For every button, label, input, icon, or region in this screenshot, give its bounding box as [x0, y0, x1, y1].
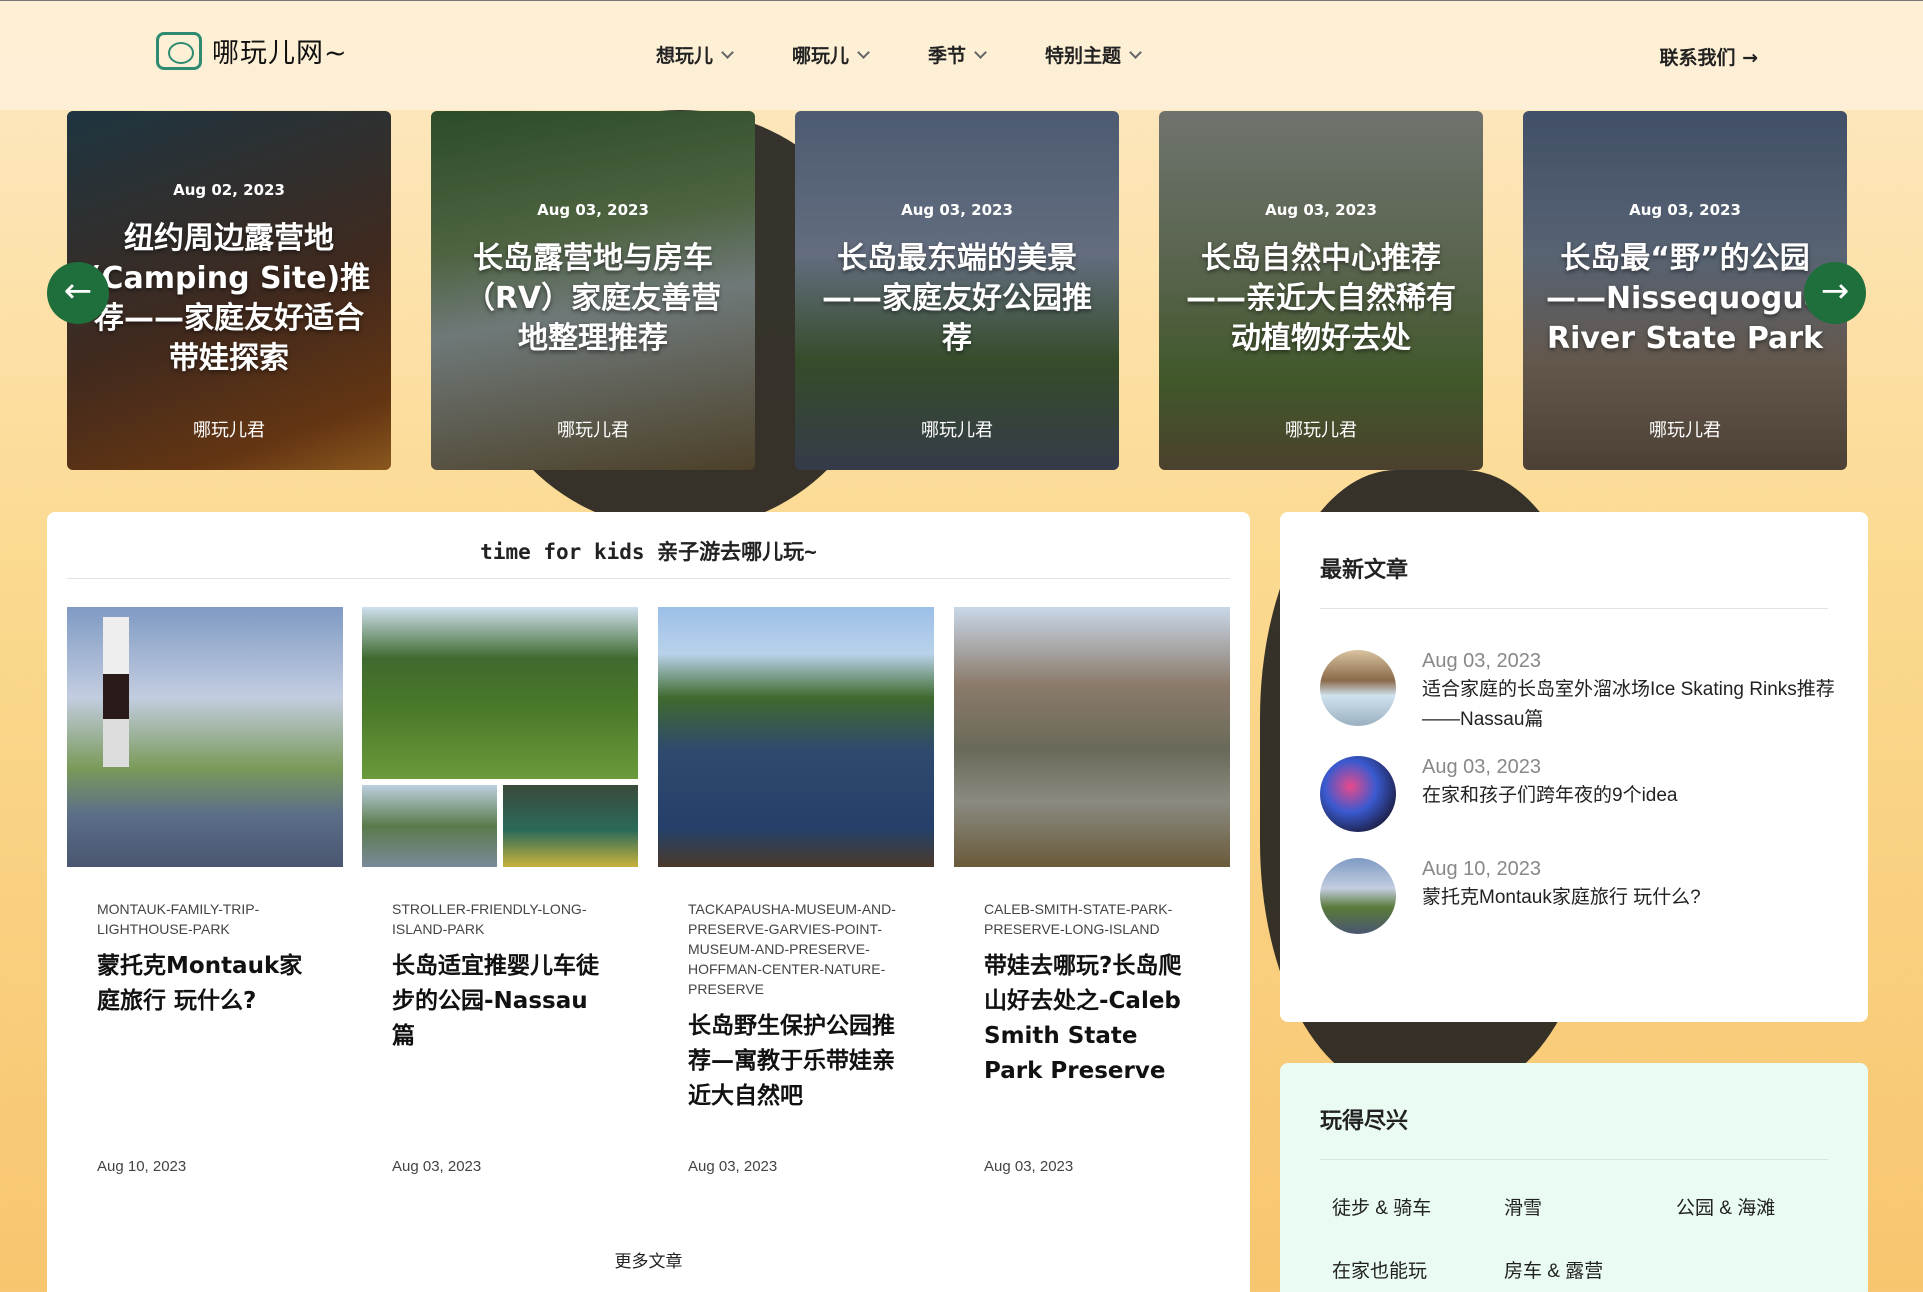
carousel-slide[interactable]: Aug 03, 2023 长岛最“野”的公园——Nissequogue Rive…: [1523, 111, 1847, 470]
nav-item-special-topics[interactable]: 特别主题: [1045, 41, 1142, 68]
slide-date: Aug 03, 2023: [901, 201, 1013, 219]
slide-author: 哪玩儿君: [557, 420, 629, 441]
category-link[interactable]: 徒步 & 骑车: [1332, 1193, 1431, 1220]
recent-post-date: Aug 10, 2023: [1422, 858, 1541, 880]
widget-title: 玩得尽兴: [1320, 1103, 1828, 1160]
arrow-left-icon: ←: [63, 271, 93, 311]
post-date: Aug 03, 2023: [688, 1158, 778, 1175]
site-header: 哪玩儿网~ 想玩儿 哪玩儿 季节 特别主题 联系我们 →: [0, 0, 1923, 110]
carousel-slide[interactable]: Aug 03, 2023 长岛露营地与房车（RV）家庭友善营地整理推荐 哪玩儿君: [431, 111, 755, 470]
recent-post-thumbnail: [1320, 858, 1396, 934]
slide-title: 长岛最东端的美景——家庭友好公园推荐: [822, 241, 1092, 356]
post-thumbnail[interactable]: [67, 607, 343, 867]
nav-item-where-to-play[interactable]: 哪玩儿: [792, 41, 870, 68]
slide-date: Aug 02, 2023: [173, 181, 285, 199]
slide-title: 长岛最“野”的公园——Nissequogue River State Park: [1545, 241, 1825, 356]
category-link[interactable]: 公园 & 海滩: [1676, 1193, 1775, 1220]
post-slug: TACKAPAUSHA-MUSEUM-AND-PRESERVE-GARVIES-…: [688, 901, 896, 997]
logo-icon: [156, 31, 202, 70]
post-slug: MONTAUK-FAMILY-TRIP-LIGHTHOUSE-PARK: [97, 901, 260, 937]
nav-item-label: 特别主题: [1045, 45, 1122, 67]
slide-date: Aug 03, 2023: [537, 201, 649, 219]
recent-post-thumbnail: [1320, 756, 1396, 832]
widget-title: 最新文章: [1320, 552, 1828, 609]
post-slug: CALEB-SMITH-STATE-PARK-PRESERVE-LONG-ISL…: [984, 901, 1173, 937]
slide-author: 哪玩儿君: [1285, 420, 1357, 441]
post-date: Aug 10, 2023: [97, 1158, 187, 1175]
post-title[interactable]: 带娃去哪玩?长岛爬山好去处之-Caleb Smith State Park Pr…: [984, 949, 1200, 1089]
chevron-down-icon: [974, 45, 987, 59]
chevron-down-icon: [857, 45, 870, 59]
recent-post-title: 蒙托克Montauk家庭旅行 玩什么?: [1422, 887, 1701, 908]
nav-item-season[interactable]: 季节: [928, 41, 987, 68]
carousel-slide[interactable]: Aug 03, 2023 长岛自然中心推荐——亲近大自然稀有动植物好去处 哪玩儿…: [1159, 111, 1483, 470]
recent-post-item[interactable]: Aug 03, 2023 在家和孩子们跨年夜的9个idea: [1320, 756, 1840, 832]
post-card: TACKAPAUSHA-MUSEUM-AND-PRESERVE-GARVIES-…: [658, 607, 934, 1114]
post-title[interactable]: 长岛适宜推婴儿车徒步的公园-Nassau篇: [392, 949, 608, 1054]
category-link[interactable]: 在家也能玩: [1332, 1256, 1427, 1283]
post-card: STROLLER-FRIENDLY-LONG-ISLAND-PARK 长岛适宜推…: [362, 607, 638, 1054]
post-thumbnail[interactable]: [954, 607, 1230, 867]
more-articles-link[interactable]: 更多文章: [47, 1247, 1250, 1272]
recent-post-thumbnail: [1320, 650, 1396, 726]
chevron-down-icon: [721, 45, 734, 59]
logo-text: 哪玩儿网~: [212, 38, 348, 69]
recent-post-item[interactable]: Aug 03, 2023 适合家庭的长岛室外溜冰场Ice Skating Rin…: [1320, 650, 1840, 735]
post-title[interactable]: 长岛野生保护公园推荐—寓教于乐带娃亲近大自然吧: [688, 1009, 904, 1114]
recent-post-title: 适合家庭的长岛室外溜冰场Ice Skating Rinks推荐——Nassau篇: [1422, 679, 1835, 730]
slide-date: Aug 03, 2023: [1629, 201, 1741, 219]
carousel-slide[interactable]: Aug 02, 2023 纽约周边露营地(Camping Site)推荐——家庭…: [67, 111, 391, 470]
categories-widget: 玩得尽兴 徒步 & 骑车 滑雪 公园 & 海滩 在家也能玩 房车 & 露营: [1280, 1063, 1868, 1292]
carousel-next-button[interactable]: →: [1804, 262, 1866, 324]
post-card: MONTAUK-FAMILY-TRIP-LIGHTHOUSE-PARK 蒙托克M…: [67, 607, 343, 1019]
recent-posts-widget: 最新文章 Aug 03, 2023 适合家庭的长岛室外溜冰场Ice Skatin…: [1280, 512, 1868, 1022]
main-nav: 想玩儿 哪玩儿 季节 特别主题: [656, 41, 1200, 68]
slide-date: Aug 03, 2023: [1265, 201, 1377, 219]
post-date: Aug 03, 2023: [392, 1158, 482, 1175]
recent-post-item[interactable]: Aug 10, 2023 蒙托克Montauk家庭旅行 玩什么?: [1320, 858, 1840, 934]
kids-trips-section: time for kids 亲子游去哪儿玩~ MONTAUK-FAMILY-TR…: [47, 512, 1250, 1292]
slide-title: 长岛露营地与房车（RV）家庭友善营地整理推荐: [464, 241, 722, 356]
section-title: time for kids 亲子游去哪儿玩~: [67, 536, 1230, 579]
slide-author: 哪玩儿君: [1649, 420, 1721, 441]
slide-author: 哪玩儿君: [921, 420, 993, 441]
recent-post-date: Aug 03, 2023: [1422, 756, 1541, 778]
featured-carousel: Aug 02, 2023 纽约周边露营地(Camping Site)推荐——家庭…: [67, 111, 1847, 470]
post-thumbnail[interactable]: [658, 607, 934, 867]
carousel-prev-button[interactable]: ←: [47, 262, 109, 324]
post-date: Aug 03, 2023: [984, 1158, 1074, 1175]
nav-item-label: 想玩儿: [656, 45, 714, 67]
slide-author: 哪玩儿君: [193, 420, 265, 441]
slide-title: 长岛自然中心推荐——亲近大自然稀有动植物好去处: [1186, 241, 1456, 356]
nav-item-label: 哪玩儿: [792, 45, 850, 67]
slide-title: 纽约周边露营地(Camping Site)推荐——家庭友好适合带娃探索: [87, 221, 371, 376]
category-link[interactable]: 滑雪: [1504, 1193, 1542, 1220]
category-link[interactable]: 房车 & 露营: [1504, 1256, 1603, 1283]
chevron-down-icon: [1129, 45, 1142, 59]
post-card: CALEB-SMITH-STATE-PARK-PRESERVE-LONG-ISL…: [954, 607, 1230, 1089]
post-title[interactable]: 蒙托克Montauk家庭旅行 玩什么?: [97, 949, 313, 1019]
arrow-right-icon: →: [1820, 271, 1850, 311]
nav-item-label: 季节: [928, 45, 967, 67]
post-thumbnail[interactable]: [362, 607, 638, 867]
contact-us-link[interactable]: 联系我们 →: [1659, 43, 1758, 70]
carousel-slide[interactable]: Aug 03, 2023 长岛最东端的美景——家庭友好公园推荐 哪玩儿君: [795, 111, 1119, 470]
recent-post-date: Aug 03, 2023: [1422, 650, 1541, 672]
post-slug: STROLLER-FRIENDLY-LONG-ISLAND-PARK: [392, 901, 587, 937]
recent-post-title: 在家和孩子们跨年夜的9个idea: [1422, 785, 1678, 806]
site-logo[interactable]: 哪玩儿网~: [156, 31, 348, 70]
nav-item-want-to-play[interactable]: 想玩儿: [656, 41, 734, 68]
